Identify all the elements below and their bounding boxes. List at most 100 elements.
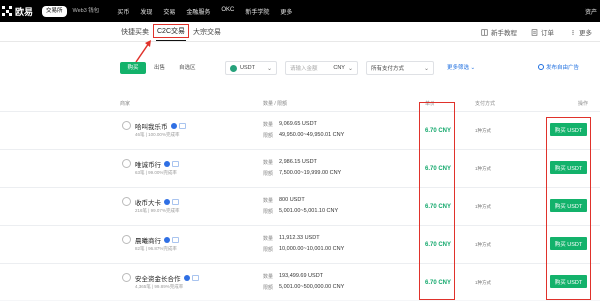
advanced-filter-link[interactable]: 更多筛选 ⌄ xyxy=(447,63,475,71)
merchant-name[interactable]: 安全资金长合作 xyxy=(135,273,199,283)
merchant-name-text: 安全资金长合作 xyxy=(135,276,181,283)
buy-usdt-button[interactable]: 购买 USDT xyxy=(550,275,587,288)
chevron-down-icon: ⌄ xyxy=(347,65,353,72)
merchant-name[interactable]: 唯诚币行 xyxy=(135,159,179,169)
buy-usdt-button[interactable]: 购买 USDT xyxy=(550,161,587,174)
merchant-stats: 46笔 | 100.00%完成率 xyxy=(135,132,180,137)
avatar xyxy=(122,159,131,168)
payment-method-select[interactable]: 所有支付方式 ⌄ xyxy=(366,61,434,75)
quantity-label: 数量 xyxy=(263,122,274,128)
unit-price: 6.70 CNY xyxy=(425,280,452,286)
badge-icon xyxy=(172,161,179,167)
orders-label: 订单 xyxy=(541,30,554,37)
filter-bar: 购买 出售 自选区 USDT ⌄ 请输入金额 CNY ⌄ 所有支付方式 ⌄ 更多… xyxy=(0,42,600,94)
merchant-stats: 216笔 | 99.07%完成率 xyxy=(135,208,180,213)
quantity-value: 9,069.65 USDT xyxy=(279,121,317,127)
header-price: 单价 xyxy=(425,101,436,107)
tab-quick-trade[interactable]: 快捷买卖 xyxy=(121,27,149,37)
verified-icon xyxy=(164,199,170,205)
merchant-name[interactable]: 晨曦商行 xyxy=(135,235,179,245)
asset-value: USDT xyxy=(240,65,255,71)
quantity-value: 193,499.69 USDT xyxy=(279,273,324,279)
limit-value: 7,500.00~19,999.00 CNY xyxy=(279,170,342,176)
limit-label: 限额 xyxy=(263,247,274,253)
tab-c2c-trade[interactable]: C2C交易 xyxy=(153,24,190,41)
book-icon xyxy=(481,28,488,36)
header-payment: 支付方式 xyxy=(475,101,496,107)
verified-icon xyxy=(164,161,170,167)
buy-usdt-button[interactable]: 购买 USDT xyxy=(550,123,587,136)
tutorial-link[interactable]: 新手教程 xyxy=(481,27,517,37)
unit-price: 6.70 CNY xyxy=(425,242,452,248)
nav-okc[interactable]: OKC xyxy=(221,7,234,16)
more-label: 更多 xyxy=(579,30,592,37)
nav-buy-crypto[interactable]: 买币 xyxy=(117,7,129,16)
nav-assets[interactable]: 资产 xyxy=(585,7,597,16)
more-menu[interactable]: 更多 xyxy=(570,27,592,37)
amount-placeholder: 请输入金额 xyxy=(290,66,318,72)
usdt-icon xyxy=(230,64,237,72)
advanced-filter-label: 更多筛选 xyxy=(447,65,470,71)
payment-method: 1种方式 xyxy=(475,128,492,133)
merchant-stats: 4,365笔 | 99.89%完成率 xyxy=(135,284,184,289)
badge-icon xyxy=(191,275,199,281)
table-row: 收币大卡 216笔 | 99.07%完成率 数量 800 USDT 限额 5,0… xyxy=(0,187,600,225)
quantity-value: 800 USDT xyxy=(279,197,305,203)
avatar xyxy=(122,197,131,206)
tab-block-trade[interactable]: 大宗交易 xyxy=(193,27,221,37)
web3-wallet-tab[interactable]: Web3 钱包 xyxy=(69,6,104,17)
unit-price: 6.70 CNY xyxy=(425,128,452,134)
merchant-name[interactable]: 哈叫我乐币 xyxy=(135,121,186,131)
annotation-arrow-icon xyxy=(135,40,151,63)
table-row: 安全资金长合作 4,365笔 | 99.89%完成率 数量 193,499.69… xyxy=(0,263,600,301)
tutorial-label: 新手教程 xyxy=(491,30,517,37)
table-row: 哈叫我乐币 46笔 | 100.00%完成率 数量 9,069.65 USDT … xyxy=(0,111,600,149)
exchange-mode-tab[interactable]: 交易所 xyxy=(42,5,67,17)
limit-value: 5,001.00~5,001.10 CNY xyxy=(279,208,339,214)
nav-academy[interactable]: 新手学院 xyxy=(245,7,269,16)
limit-label: 限额 xyxy=(263,285,274,291)
logo[interactable]: 欧易 xyxy=(2,5,38,18)
plus-circle-icon xyxy=(538,64,544,70)
amount-input[interactable]: 请输入金额 CNY ⌄ xyxy=(285,61,358,75)
self-select-tab[interactable]: 自选区 xyxy=(179,62,196,74)
quantity-label: 数量 xyxy=(263,236,274,242)
quantity-label: 数量 xyxy=(263,198,274,204)
merchant-name-text: 晨曦商行 xyxy=(135,238,161,245)
merchant-name-text: 唯诚币行 xyxy=(135,162,161,169)
merchant-name[interactable]: 收币大卡 xyxy=(135,197,179,207)
nav-more[interactable]: 更多 xyxy=(280,7,292,16)
limit-label: 限额 xyxy=(263,133,274,139)
payment-method: 1种方式 xyxy=(475,280,492,285)
sell-side-tab[interactable]: 出售 xyxy=(154,62,165,74)
nav-discover[interactable]: 发现 xyxy=(140,7,152,16)
badge-icon xyxy=(172,237,179,243)
limit-label: 限额 xyxy=(263,171,274,177)
buy-usdt-button[interactable]: 购买 USDT xyxy=(550,199,587,212)
quantity-value: 11,912.33 USDT xyxy=(279,235,320,241)
nav-trade[interactable]: 交易 xyxy=(163,7,175,16)
header-quantity-limit: 数量 / 限额 xyxy=(263,101,288,107)
quantity-label: 数量 xyxy=(263,274,274,280)
table-row: 晨曦商行 82笔 | 96.87%完成率 数量 11,912.33 USDT 限… xyxy=(0,225,600,263)
merchant-stats: 63笔 | 99.00%完成率 xyxy=(135,170,177,175)
quantity-label: 数量 xyxy=(263,160,274,166)
quantity-value: 2,986.15 USDT xyxy=(279,159,317,165)
limit-value: 49,950.00~49,950.01 CNY xyxy=(279,132,345,138)
okx-logo-icon xyxy=(2,6,12,16)
asset-select[interactable]: USDT ⌄ xyxy=(225,61,277,75)
merchant-name-text: 哈叫我乐币 xyxy=(135,124,168,131)
post-ad-link[interactable]: 发布自由广告 xyxy=(538,63,579,71)
payment-method: 1种方式 xyxy=(475,204,492,209)
nav-finance[interactable]: 金融服务 xyxy=(186,7,210,16)
orders-link[interactable]: 订单 xyxy=(531,27,554,37)
payment-placeholder: 所有支付方式 xyxy=(371,66,405,72)
merchant-stats: 82笔 | 96.87%完成率 xyxy=(135,246,177,251)
payment-method: 1种方式 xyxy=(475,242,492,247)
payment-method: 1种方式 xyxy=(475,166,492,171)
header-action: 操作 xyxy=(578,101,589,107)
more-vertical-icon xyxy=(572,29,574,35)
badge-icon xyxy=(172,199,179,205)
avatar xyxy=(122,121,131,130)
buy-usdt-button[interactable]: 购买 USDT xyxy=(550,237,587,250)
